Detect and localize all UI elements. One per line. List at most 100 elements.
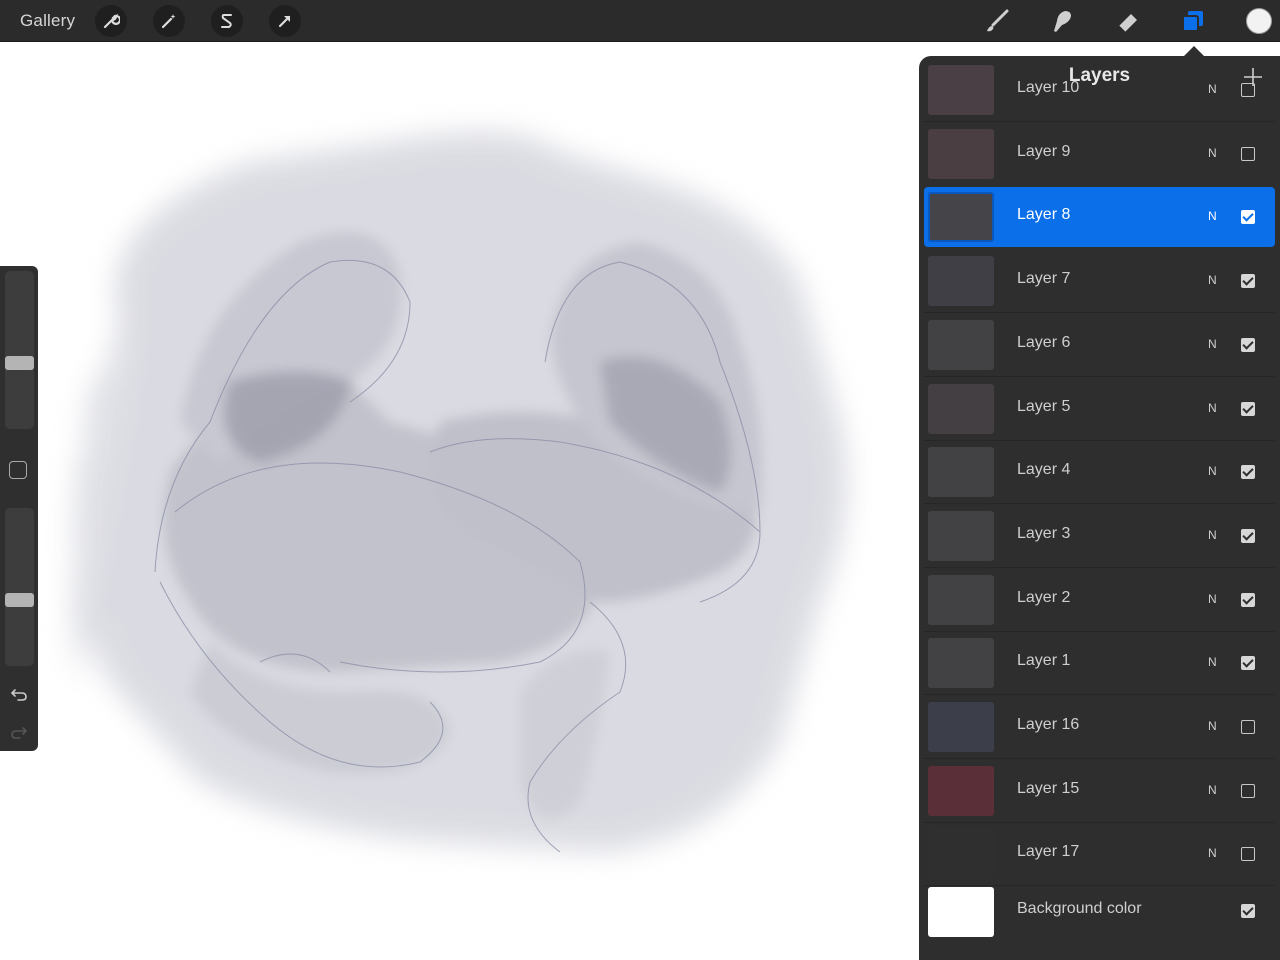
layer-row[interactable]: Layer 8 N [924,187,1275,248]
blend-mode-button[interactable]: N [1208,592,1217,606]
brush-size-slider[interactable] [5,271,34,429]
eraser-tool-button[interactable] [1112,5,1144,37]
layer-thumbnail [928,128,994,179]
blend-mode-button[interactable]: N [1208,528,1217,542]
layer-thumbnail [928,702,994,752]
opacity-slider[interactable] [5,508,34,666]
layer-row[interactable]: Layer 17 N [924,824,1275,884]
layer-visibility-checkbox[interactable] [1241,783,1255,798]
background-color-swatch[interactable] [928,887,994,938]
row-divider [924,375,1275,377]
redo-button[interactable] [8,721,30,743]
row-divider [924,758,1275,759]
modify-button[interactable] [9,461,27,479]
layers-tool-button[interactable] [1177,5,1209,37]
undo-icon [10,689,27,701]
layer-visibility-checkbox[interactable] [1241,465,1255,480]
blend-mode-button[interactable]: N [1208,273,1217,287]
layer-visibility-checkbox[interactable] [1241,401,1255,416]
blend-mode-button[interactable]: N [1208,209,1217,223]
row-divider [924,503,1275,505]
layer-thumbnail [928,638,994,689]
layer-name: Layer 5 [1017,397,1071,415]
transform-arrow-icon [278,15,291,28]
magic-wand-icon [161,14,176,29]
layer-row[interactable]: Layer 16 N [924,697,1275,757]
actions-wrench-button[interactable] [95,5,127,37]
row-divider [924,121,1275,122]
layer-thumbnail [928,256,994,307]
layer-row[interactable]: Layer 2 N [924,570,1275,630]
layer-thumbnail [928,65,994,115]
layer-visibility-checkbox[interactable] [1241,847,1255,862]
smudge-tool-button[interactable] [1046,5,1078,37]
selection-s-icon [221,14,232,28]
selection-button[interactable] [211,5,243,37]
layer-thumbnail [928,447,994,498]
layer-thumbnail [928,319,994,370]
undo-button[interactable] [8,683,30,705]
row-divider [924,566,1275,568]
row-divider [924,630,1275,632]
row-divider [924,821,1275,823]
layer-thumbnail [928,192,994,243]
layer-name: Layer 3 [1017,524,1071,542]
layer-visibility-checkbox[interactable] [1241,656,1255,671]
color-picker-button[interactable] [1246,8,1272,34]
layer-name: Layer 17 [1017,843,1080,861]
layer-visibility-checkbox[interactable] [1241,720,1255,734]
brush-tool-button[interactable] [981,5,1013,37]
transform-button[interactable] [269,5,301,37]
layer-visibility-checkbox[interactable] [1241,83,1255,97]
layer-row[interactable]: Layer 15 N [924,761,1275,821]
blend-mode-button[interactable]: N [1208,719,1217,733]
blend-mode-button[interactable]: N [1208,401,1217,415]
adjustments-button[interactable] [153,5,185,37]
layer-thumbnail [928,383,994,434]
layer-row[interactable]: Layer 1 N [924,633,1275,693]
layer-thumbnail [928,574,994,625]
layer-row[interactable]: Layer 10 N [924,60,1275,120]
redo-icon [11,727,28,739]
layer-visibility-checkbox[interactable] [1241,528,1255,543]
background-color-label: Background color [1017,900,1142,918]
smudge-icon [1054,11,1071,32]
background-visibility-checkbox[interactable] [1241,904,1255,919]
gallery-button[interactable]: Gallery [20,11,75,31]
layer-name: Layer 16 [1017,716,1080,733]
layer-row[interactable]: Layer 7 N [924,251,1275,311]
blend-mode-button[interactable]: N [1208,464,1217,478]
background-color-row[interactable]: Background color [924,884,1275,940]
layer-name: Layer 1 [1017,652,1071,670]
layer-visibility-checkbox[interactable] [1241,337,1255,352]
blend-mode-button[interactable]: N [1208,337,1217,351]
blend-mode-button[interactable]: N [1208,783,1217,797]
wrench-icon [103,13,120,29]
layer-visibility-checkbox[interactable] [1241,146,1255,161]
layer-visibility-checkbox[interactable] [1241,592,1255,607]
row-divider [924,439,1275,441]
layers-icon [1182,11,1203,32]
layer-name: Layer 8 [1017,206,1071,224]
top-toolbar: Gallery [0,0,1280,42]
layer-visibility-checkbox[interactable] [1241,274,1255,289]
blend-mode-button[interactable]: N [1208,146,1217,160]
blend-mode-button[interactable]: N [1208,655,1217,669]
layer-row[interactable]: Layer 4 N [924,442,1275,502]
layers-panel: Layers Layer 10 N Layer 9 N Layer 8 N Layer 7N… [919,56,1280,960]
layer-row[interactable]: Layer 5 N [924,379,1275,439]
layer-row[interactable]: Layer 9 N [924,124,1275,184]
brush-size-slider-thumb[interactable] [5,355,34,370]
layer-name: Layer 9 [1017,142,1071,160]
blend-mode-button[interactable]: N [1208,846,1217,860]
blend-mode-button[interactable]: N [1208,82,1217,96]
layer-name: Layer 15 [1017,779,1080,797]
layer-row[interactable]: Layer 6 N [924,315,1275,375]
layer-thumbnail [928,829,994,880]
brush-icon [987,9,1009,32]
layer-row[interactable]: Layer 3 N [924,506,1275,566]
opacity-slider-thumb[interactable] [5,592,34,607]
layer-name: Layer 6 [1017,333,1071,351]
layer-visibility-checkbox[interactable] [1241,210,1255,225]
layer-name: Layer 7 [1017,270,1071,288]
